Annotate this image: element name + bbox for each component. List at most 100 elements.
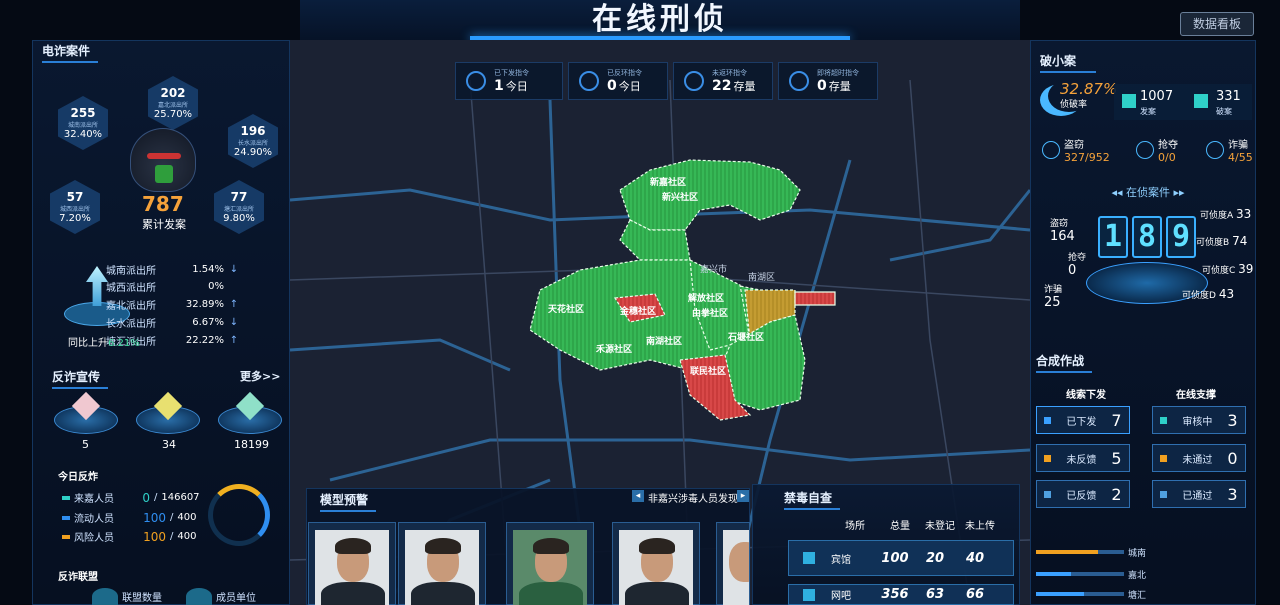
photo-body [321, 582, 385, 605]
alliance-label: 联盟数量 [122, 593, 162, 604]
suspect-card[interactable] [398, 522, 486, 605]
stat-unit: 存量 [828, 80, 851, 93]
joint-reviewing-button[interactable]: 审核中 3 [1152, 406, 1246, 434]
fraud-section-title: 电诈案件 [42, 44, 99, 63]
suspect-photo [619, 530, 693, 605]
more-link[interactable]: 更多>> [240, 368, 280, 384]
drug-unreg: 63 [925, 587, 945, 602]
map-label-shiyan: 石堰社区 [728, 333, 765, 343]
today-total: 400 [177, 512, 197, 523]
yoy-label-text: 同比上升 [68, 338, 108, 349]
map-label-xinjia: 新嘉社区 [650, 178, 687, 188]
drug-total: 356 [881, 587, 909, 602]
stat-label: 已下发指令 [494, 69, 529, 77]
drug-total: 100 [881, 550, 909, 566]
suspect-card[interactable] [506, 522, 594, 605]
joint-issued-button[interactable]: 已下发 7 [1036, 406, 1130, 434]
stat-value: 1 [494, 78, 504, 94]
netcafe-icon [803, 588, 815, 601]
joint-rejected-button[interactable]: 未通过 0 [1152, 444, 1246, 472]
investigating-digit: 8 [1132, 216, 1162, 258]
station-pct: 7.20% [59, 213, 91, 224]
stat-unit: 今日 [505, 80, 528, 93]
photo-body [411, 582, 475, 605]
alliance-members: 成员单位 [186, 588, 256, 605]
arrow-down-icon: ↓ [229, 263, 239, 275]
mask-eyes-icon [147, 153, 181, 159]
suspect-photo [315, 530, 389, 605]
cases-icon [1122, 94, 1136, 108]
fraud-icon [1206, 141, 1224, 159]
joint-passed-button[interactable]: 已通过 3 [1152, 480, 1246, 508]
fraud-type: 诈骗 4/55 [1206, 136, 1253, 164]
inv-value: 74 [1232, 234, 1248, 248]
joint-feedback-button[interactable]: 已反馈 2 [1036, 480, 1130, 508]
map-label-tianhua: 天花社区 [548, 305, 585, 315]
today-ring-chart [208, 484, 270, 546]
inv-right-a: 可侦度A 33 [1200, 207, 1251, 221]
status-square-icon [1044, 416, 1052, 424]
type-label: 抢夺 [1158, 140, 1178, 151]
members-icon [186, 588, 212, 605]
station-pct: 32.40% [63, 129, 103, 140]
right-panel [1030, 40, 1256, 605]
model-warning-title: 模型预警 [320, 493, 377, 512]
bar-fill [1036, 572, 1072, 576]
cases-label: 发案 [1140, 107, 1156, 116]
cases-value: 1007 [1140, 89, 1174, 104]
bar-tanghui [1036, 592, 1124, 596]
drug-row-hotel[interactable]: 宾馆 100 20 40 [788, 540, 1014, 576]
header-total: 总量 [890, 521, 910, 532]
promo-bowl-1[interactable] [54, 391, 118, 440]
status-square-icon [1044, 490, 1052, 498]
promo-bowl-3[interactable] [218, 391, 282, 440]
header-place: 场所 [845, 521, 865, 532]
next-arrow-icon[interactable]: ▸ [737, 490, 749, 502]
stat-label: 未返环指令 [712, 69, 747, 77]
joint-no-feedback-button[interactable]: 未反馈 5 [1036, 444, 1130, 472]
station-pct: 9.80% [223, 213, 255, 224]
today-label: 来嘉人员 [74, 494, 114, 505]
investigating-title-text: 在侦案件 [1126, 186, 1170, 199]
suspect-card[interactable] [612, 522, 700, 605]
station-count: 202 [160, 86, 186, 100]
suspect-photo [513, 530, 587, 605]
yoy-name: 城西派出所 [106, 282, 156, 294]
suspect-card[interactable] [716, 522, 750, 605]
arrow-down-icon: ↓ [229, 316, 239, 328]
hacker-icon [130, 128, 196, 192]
today-total: 146607 [161, 492, 200, 503]
bar-label: 城南 [1128, 549, 1147, 559]
target-icon [466, 71, 486, 91]
prev-arrow-icon[interactable]: ◂ [632, 490, 644, 502]
drug-row-netcafe[interactable]: 网吧 356 63 66 [788, 584, 1014, 605]
promo-value-3: 18199 [234, 438, 269, 451]
inv-label: 抢夺 [1068, 253, 1087, 263]
bar-fill [1036, 592, 1085, 596]
photo-body [519, 582, 583, 605]
suspect-card[interactable] [308, 522, 396, 605]
status-square-icon [1160, 490, 1168, 498]
solved-icon [1194, 94, 1208, 108]
solved-value: 331 [1216, 89, 1241, 104]
yoy-name: 嘉北派出所 [106, 300, 156, 312]
inv-label: 可侦度B [1196, 238, 1230, 248]
station-pct: 24.90% [233, 147, 273, 158]
stat-issued-today: 已下发指令 1 今日 [455, 62, 563, 100]
promo-bowl-2[interactable] [136, 391, 200, 440]
model-warning-tag: 非嘉兴涉毒人员发现 [648, 494, 738, 505]
dashboard-button[interactable]: 数据看板 [1180, 12, 1254, 36]
stat-returned-today: 已反环指令 0 今日 [568, 62, 668, 100]
stat-value: 0 [817, 78, 827, 94]
inv-label: 盗窃 [1050, 219, 1069, 229]
station-count: 255 [70, 106, 96, 120]
stat-value: 22 [712, 78, 732, 94]
bar-jiabei [1036, 572, 1124, 576]
bar-label: 塘汇 [1128, 591, 1147, 601]
map-label-heyuan: 禾源社区 [596, 345, 633, 355]
type-label: 盗窃 [1064, 140, 1084, 151]
investigating-title: ◂◂ 在侦案件 ▸▸ [1098, 184, 1198, 200]
hacker-glow-icon [155, 165, 173, 183]
solved-label: 破案 [1216, 107, 1232, 116]
joint-label: 审核中 [1182, 416, 1213, 428]
